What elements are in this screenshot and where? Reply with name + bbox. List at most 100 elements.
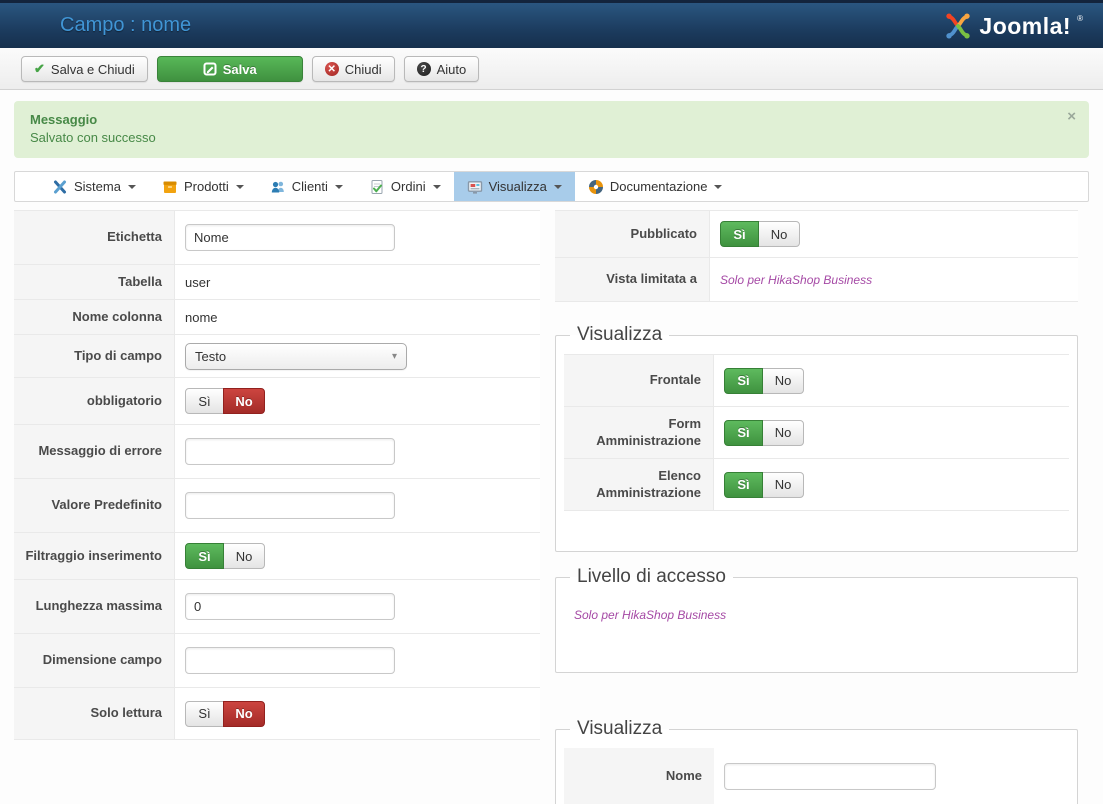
toggle-yes-button[interactable]: Sì bbox=[185, 388, 224, 414]
form-amministrazione-label: Form Amministrazione bbox=[564, 407, 714, 458]
field-type-select[interactable]: Testo ▾ bbox=[185, 342, 407, 370]
chevron-down-icon bbox=[714, 184, 723, 189]
etichetta-input[interactable] bbox=[185, 224, 395, 251]
frontale-toggle[interactable]: Sì No bbox=[724, 367, 804, 394]
frontale-label: Frontale bbox=[564, 355, 714, 406]
toggle-yes-button[interactable]: Sì bbox=[724, 471, 763, 498]
fieldset-accesso-legend: Livello di accesso bbox=[577, 566, 726, 587]
row-dimensione: Dimensione campo bbox=[14, 634, 540, 688]
toggle-yes-button[interactable]: Sì bbox=[724, 419, 763, 446]
save-label: Salva bbox=[222, 61, 257, 77]
chevron-down-icon: ▾ bbox=[391, 350, 397, 362]
row-elenco-amministrazione: Elenco Amministrazione Sì No bbox=[564, 459, 1069, 511]
menu-item-documentazione[interactable]: Documentazione bbox=[575, 172, 736, 201]
lunghezza-input[interactable] bbox=[185, 593, 395, 620]
tabella-label: Tabella bbox=[14, 265, 175, 299]
toggle-no-button[interactable]: No bbox=[223, 700, 265, 727]
valore-predefinito-input[interactable] bbox=[185, 492, 395, 519]
nome-colonna-value: nome bbox=[185, 309, 218, 325]
toggle-yes-button[interactable]: Sì bbox=[720, 221, 759, 247]
message-title: Messaggio bbox=[30, 112, 98, 127]
chevron-down-icon bbox=[127, 184, 136, 189]
row-nome-display: Nome bbox=[564, 748, 1069, 804]
row-pubblicato: Pubblicato Sì No bbox=[555, 211, 1078, 258]
toggle-no-button[interactable]: No bbox=[762, 471, 804, 498]
message-close-icon[interactable]: × bbox=[1067, 109, 1076, 124]
joomla-logo: Joomla! ® bbox=[943, 11, 1083, 41]
accesso-business-link[interactable]: Solo per HikaShop Business bbox=[574, 608, 726, 622]
row-valore-predefinito: Valore Predefinito bbox=[14, 479, 540, 533]
save-icon bbox=[203, 62, 217, 76]
toggle-no-button[interactable]: No bbox=[223, 388, 265, 414]
admin-header: Campo : nome Joomla! ® bbox=[0, 0, 1103, 48]
filtraggio-toggle[interactable]: Sì No bbox=[185, 543, 265, 569]
nome-display-input[interactable] bbox=[724, 762, 936, 790]
row-vista-limitata: Vista limitata a Solo per HikaShop Busin… bbox=[555, 258, 1078, 302]
tools-icon bbox=[52, 179, 68, 195]
save-button[interactable]: Salva bbox=[156, 56, 303, 82]
fieldset-visualizza: Visualizza Frontale Sì No Form Amministra… bbox=[555, 324, 1078, 552]
messaggio-errore-label: Messaggio di errore bbox=[14, 425, 175, 478]
row-nome-colonna: Nome colonna nome bbox=[14, 300, 540, 335]
chevron-down-icon bbox=[235, 184, 244, 189]
order-document-icon bbox=[369, 179, 385, 195]
elenco-amministrazione-label: Elenco Amministrazione bbox=[564, 459, 714, 510]
box-icon bbox=[162, 179, 178, 195]
page-title: Campo : nome bbox=[60, 14, 192, 36]
dimensione-label: Dimensione campo bbox=[14, 634, 175, 687]
row-obbligatorio: obbligatorio Sì No bbox=[14, 378, 540, 425]
fieldset-visualizza2-legend: Visualizza bbox=[577, 718, 663, 739]
success-message: × Messaggio Salvato con successo bbox=[14, 101, 1089, 158]
check-icon: ✔ bbox=[34, 61, 45, 76]
toggle-no-button[interactable]: No bbox=[758, 221, 800, 247]
row-solo-lettura: Solo lettura Sì No bbox=[14, 688, 540, 740]
field-type-value: Testo bbox=[195, 348, 227, 364]
close-button[interactable]: ✕ Chiudi bbox=[311, 56, 395, 82]
component-menu: Sistema Prodotti Clienti Ordini Visualiz… bbox=[14, 171, 1089, 202]
elenco-amministrazione-toggle[interactable]: Sì No bbox=[724, 471, 804, 498]
menu-item-clienti[interactable]: Clienti bbox=[257, 172, 356, 201]
toggle-no-button[interactable]: No bbox=[223, 543, 265, 569]
row-tipo-di-campo: Tipo di campo Testo ▾ bbox=[14, 335, 540, 378]
fieldset-visualizza-2: Visualizza Nome bbox=[555, 718, 1078, 804]
pubblicato-toggle[interactable]: Sì No bbox=[720, 221, 800, 247]
toggle-yes-button[interactable]: Sì bbox=[724, 367, 763, 394]
toggle-yes-button[interactable]: Sì bbox=[185, 543, 224, 569]
toggle-no-button[interactable]: No bbox=[762, 419, 804, 446]
messaggio-errore-input[interactable] bbox=[185, 438, 395, 465]
menu-item-prodotti[interactable]: Prodotti bbox=[149, 172, 257, 201]
vista-limitata-link[interactable]: Solo per HikaShop Business bbox=[720, 273, 872, 287]
menu-label: Clienti bbox=[291, 179, 328, 194]
toggle-yes-button[interactable]: Sì bbox=[185, 700, 224, 727]
row-tabella: Tabella user bbox=[14, 265, 540, 300]
tipo-di-campo-label: Tipo di campo bbox=[14, 335, 175, 377]
nome-colonna-label: Nome colonna bbox=[14, 300, 175, 334]
page: Campo : nome Joomla! ® ✔ Salva e Chiudi … bbox=[0, 0, 1103, 804]
row-form-amministrazione: Form Amministrazione Sì No bbox=[564, 407, 1069, 459]
menu-item-visualizza[interactable]: Visualizza bbox=[453, 172, 575, 201]
fieldset-visualizza-legend: Visualizza bbox=[577, 324, 663, 345]
menu-item-sistema[interactable]: Sistema bbox=[39, 172, 149, 201]
menu-label: Prodotti bbox=[183, 179, 229, 194]
joomla-logo-text: Joomla! bbox=[979, 12, 1072, 39]
save-and-close-button[interactable]: ✔ Salva e Chiudi bbox=[21, 56, 148, 82]
row-frontale: Frontale Sì No bbox=[564, 355, 1069, 407]
joomla-logo-mark: ® bbox=[1077, 13, 1083, 23]
row-lunghezza: Lunghezza massima bbox=[14, 580, 540, 634]
dimensione-input[interactable] bbox=[185, 647, 395, 674]
help-button[interactable]: ? Aiuto bbox=[403, 56, 480, 82]
publish-settings-column: Pubblicato Sì No Vista limitata a Solo pe… bbox=[555, 210, 1078, 804]
tabella-value: user bbox=[185, 274, 211, 290]
obbligatorio-toggle[interactable]: Sì No bbox=[185, 388, 265, 414]
documentation-icon bbox=[588, 179, 604, 195]
publish-table: Pubblicato Sì No Vista limitata a Solo pe… bbox=[555, 210, 1078, 302]
message-body: Salvato con successo bbox=[30, 130, 156, 145]
solo-lettura-toggle[interactable]: Sì No bbox=[185, 700, 265, 727]
menu-label: Sistema bbox=[74, 179, 121, 194]
menu-item-ordini[interactable]: Ordini bbox=[356, 172, 454, 201]
toggle-no-button[interactable]: No bbox=[762, 367, 804, 394]
menu-label: Documentazione bbox=[609, 179, 708, 194]
row-messaggio-errore: Messaggio di errore bbox=[14, 425, 540, 479]
fieldset-livello-accesso: Livello di accesso Solo per HikaShop Bus… bbox=[555, 566, 1078, 673]
form-amministrazione-toggle[interactable]: Sì No bbox=[724, 419, 804, 446]
